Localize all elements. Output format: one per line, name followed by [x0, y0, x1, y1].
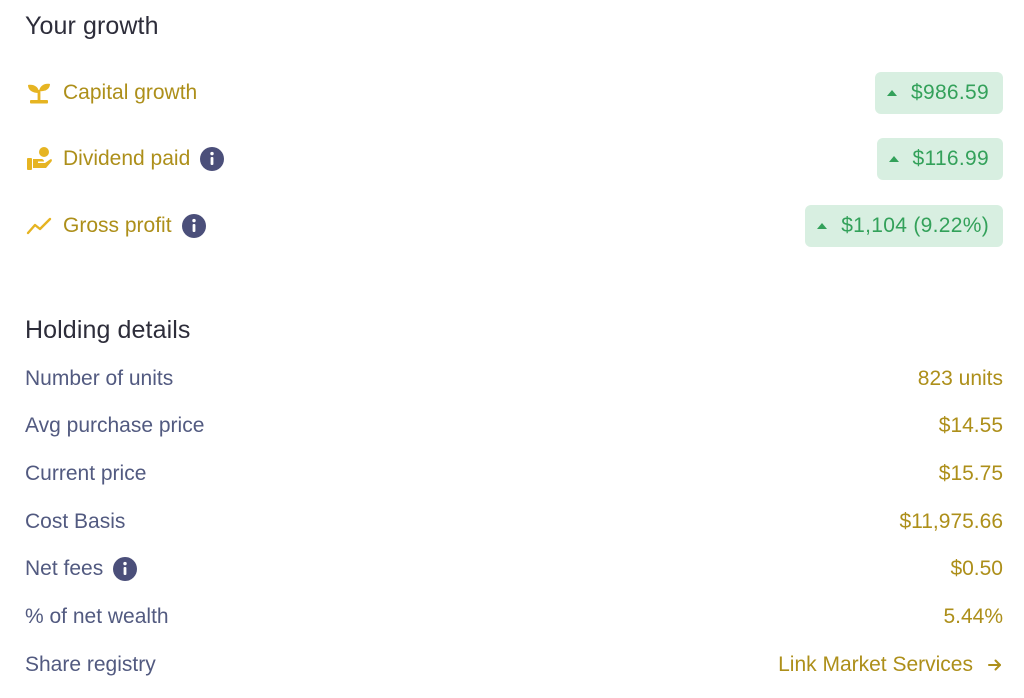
avg-purchase-price-row: Avg purchase price $14.55: [25, 411, 1003, 441]
net-wealth-percent-row: % of net wealth 5.44%: [25, 602, 1003, 632]
cost-basis-row: Cost Basis $11,975.66: [25, 507, 1003, 537]
dividend-hand-icon: [25, 145, 53, 173]
current-price-label: Current price: [25, 462, 147, 485]
up-caret-icon: [886, 90, 897, 96]
share-registry-row: Share registry Link Market Services: [25, 650, 1003, 680]
gross-profit-row: Gross profit $1,104 (9.22%): [25, 204, 1003, 248]
trend-up-icon: [25, 212, 53, 240]
holding-details-heading: Holding details: [25, 316, 191, 344]
dividend-paid-label: Dividend paid: [63, 147, 191, 170]
number-of-units-value: 823 units: [917, 367, 1003, 390]
net-fees-label: Net fees: [25, 557, 104, 580]
avg-purchase-price-value: $14.55: [938, 414, 1003, 437]
net-wealth-percent-value: 5.44%: [943, 605, 1003, 628]
current-price-value: $15.75: [938, 462, 1003, 485]
net-fees-value: $0.50: [950, 557, 1003, 580]
capital-growth-value: $986.59: [910, 81, 989, 104]
dividend-paid-value-badge: $116.99: [876, 138, 1003, 180]
share-registry-link-label: Link Market Services: [778, 653, 973, 676]
sprout-icon: [25, 79, 53, 107]
gross-profit-value-badge: $1,104 (9.22%): [805, 205, 1003, 247]
capital-growth-row: Capital growth $986.59: [25, 71, 1003, 115]
your-growth-heading: Your growth: [25, 12, 159, 40]
capital-growth-value-badge: $986.59: [874, 72, 1003, 114]
stock-growth-panel: Your growth Capital growth $986.59 Divid…: [0, 0, 1024, 698]
capital-growth-label: Capital growth: [63, 81, 198, 104]
current-price-row: Current price $15.75: [25, 459, 1003, 489]
up-caret-icon: [888, 156, 899, 162]
info-icon[interactable]: [113, 557, 138, 581]
gross-profit-label: Gross profit: [63, 214, 172, 237]
cost-basis-value: $11,975.66: [899, 510, 1003, 533]
dividend-paid-row: Dividend paid $116.99: [25, 137, 1003, 181]
share-registry-label: Share registry: [25, 653, 156, 676]
net-fees-row: Net fees $0.50: [25, 554, 1003, 584]
number-of-units-row: Number of units 823 units: [25, 364, 1003, 394]
dividend-paid-value: $116.99: [912, 147, 989, 170]
share-registry-link[interactable]: Link Market Services: [778, 653, 1003, 677]
info-icon[interactable]: [200, 147, 225, 171]
arrow-right-icon: [987, 657, 1003, 673]
net-wealth-percent-label: % of net wealth: [25, 605, 169, 628]
info-icon[interactable]: [181, 214, 206, 238]
gross-profit-value: $1,104 (9.22%): [841, 214, 989, 237]
number-of-units-label: Number of units: [25, 367, 174, 390]
up-caret-icon: [817, 223, 828, 229]
avg-purchase-price-label: Avg purchase price: [25, 414, 205, 437]
cost-basis-label: Cost Basis: [25, 510, 126, 533]
